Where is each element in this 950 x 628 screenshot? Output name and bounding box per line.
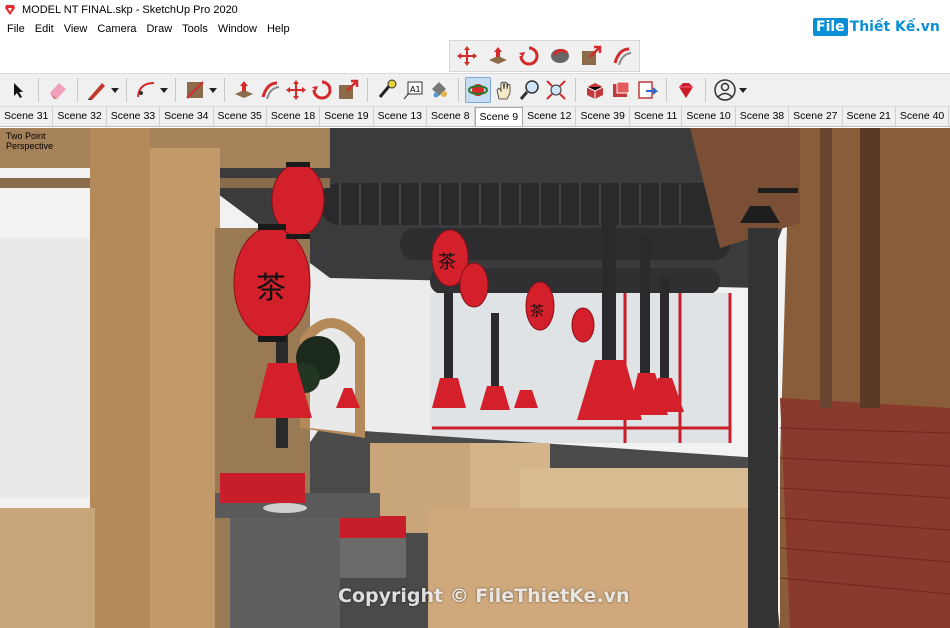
- logo-file-text: File: [813, 18, 848, 36]
- scene-render: 茶 茶 茶: [0, 128, 950, 628]
- rectangle-dropdown[interactable]: [208, 77, 218, 103]
- account-icon[interactable]: [712, 77, 738, 103]
- rotate-icon[interactable]: [516, 43, 542, 69]
- camera-type: Two Point: [6, 131, 46, 141]
- scene-tab[interactable]: Scene 12: [523, 107, 577, 126]
- zoom-icon[interactable]: [517, 77, 543, 103]
- line-icon[interactable]: [84, 77, 110, 103]
- toolbar-separator: [367, 78, 368, 102]
- scene-tab[interactable]: Scene 32: [53, 107, 107, 126]
- menu-help[interactable]: Help: [262, 23, 295, 35]
- ruby-icon[interactable]: [673, 77, 699, 103]
- rotate-icon[interactable]: [309, 77, 335, 103]
- layout-icon[interactable]: [634, 77, 660, 103]
- scene-tab[interactable]: Scene 27: [789, 107, 843, 126]
- model-viewport[interactable]: 茶 茶 茶: [0, 128, 950, 628]
- large-tool-set: A1: [0, 73, 950, 107]
- toolbar-separator: [666, 78, 667, 102]
- svg-text:茶: 茶: [256, 271, 286, 306]
- toolbar-separator: [77, 78, 78, 102]
- push-pull-icon[interactable]: [231, 77, 257, 103]
- toolbar-separator: [705, 78, 706, 102]
- pan-icon[interactable]: [491, 77, 517, 103]
- toolbar-separator: [458, 78, 459, 102]
- toolbar-separator: [224, 78, 225, 102]
- scene-tab[interactable]: Scene 31: [0, 107, 54, 126]
- offset-icon[interactable]: [609, 43, 635, 69]
- follow-me-icon[interactable]: [547, 43, 573, 69]
- menu-camera[interactable]: Camera: [92, 23, 141, 35]
- menu-draw[interactable]: Draw: [141, 23, 177, 35]
- menu-bar: File Edit View Camera Draw Tools Window …: [0, 20, 810, 38]
- tape-measure-icon[interactable]: [374, 77, 400, 103]
- logo-rest-text: Thiết Kế.vn: [849, 19, 940, 35]
- title-bar: MODEL NT FINAL.skp - SketchUp Pro 2020: [0, 0, 950, 20]
- svg-text:茶: 茶: [530, 304, 544, 320]
- menu-tools[interactable]: Tools: [177, 23, 213, 35]
- push-pull-icon[interactable]: [485, 43, 511, 69]
- filethietke-logo: File Thiết Kế.vn: [813, 14, 950, 40]
- scene-tab[interactable]: Scene 34: [160, 107, 214, 126]
- scene-tab[interactable]: Scene 39: [576, 107, 630, 126]
- rectangle-icon[interactable]: [182, 77, 208, 103]
- svg-text:茶: 茶: [438, 252, 456, 273]
- zoom-extents-icon[interactable]: [543, 77, 569, 103]
- scene-tab[interactable]: Scene 13: [373, 107, 427, 126]
- window-title: MODEL NT FINAL.skp - SketchUp Pro 2020: [22, 4, 238, 16]
- camera-mode: Perspective: [6, 141, 54, 151]
- offset-icon[interactable]: [257, 77, 283, 103]
- scene-tab[interactable]: Scene 8: [427, 107, 475, 126]
- copyright-watermark: Copyright © FileThietKe.vn: [338, 585, 630, 607]
- toolbar-separator: [175, 78, 176, 102]
- arc-dropdown[interactable]: [159, 77, 169, 103]
- camera-label: Two Point Perspective: [6, 131, 53, 151]
- eraser-icon[interactable]: [45, 77, 71, 103]
- scene-tab[interactable]: Scene 18: [266, 107, 321, 126]
- text-icon[interactable]: A1: [400, 77, 426, 103]
- scene-tab[interactable]: Scene 21: [842, 107, 896, 126]
- scene-tabs: Scene 31 Scene 32 Scene 33 Scene 34 Scene 35…: [0, 107, 950, 127]
- scene-tab[interactable]: Scene 19: [320, 107, 374, 126]
- select-icon[interactable]: [6, 77, 32, 103]
- scene-tab[interactable]: Scene 40: [895, 107, 950, 126]
- move-icon[interactable]: [283, 77, 309, 103]
- paint-bucket-icon[interactable]: [426, 77, 452, 103]
- edit-toolbar: [449, 40, 640, 72]
- orbit-icon[interactable]: [465, 77, 491, 103]
- toolbar-separator: [38, 78, 39, 102]
- scale-icon[interactable]: [335, 77, 361, 103]
- menu-view[interactable]: View: [59, 23, 93, 35]
- move-icon[interactable]: [454, 43, 480, 69]
- account-dropdown[interactable]: [738, 77, 748, 103]
- scene-tab[interactable]: Scene 9: [474, 107, 524, 126]
- sketchup-app-icon: [5, 5, 15, 15]
- scene-tab[interactable]: Scene 10: [682, 107, 736, 126]
- line-dropdown[interactable]: [110, 77, 120, 103]
- scene-tab[interactable]: Scene 11: [629, 107, 683, 126]
- scale-icon[interactable]: [578, 43, 604, 69]
- scene-tab[interactable]: Scene 38: [735, 107, 790, 126]
- toolbar-separator: [126, 78, 127, 102]
- toolbar-separator: [575, 78, 576, 102]
- menu-edit[interactable]: Edit: [30, 23, 59, 35]
- scene-tab[interactable]: Scene 35: [213, 107, 267, 126]
- svg-text:A1: A1: [410, 85, 421, 94]
- menu-file[interactable]: File: [2, 23, 30, 35]
- scene-tab[interactable]: Scene 33: [106, 107, 161, 126]
- arc-icon[interactable]: [133, 77, 159, 103]
- extension-warehouse-icon[interactable]: [608, 77, 634, 103]
- warehouse-icon[interactable]: [582, 77, 608, 103]
- menu-window[interactable]: Window: [213, 23, 262, 35]
